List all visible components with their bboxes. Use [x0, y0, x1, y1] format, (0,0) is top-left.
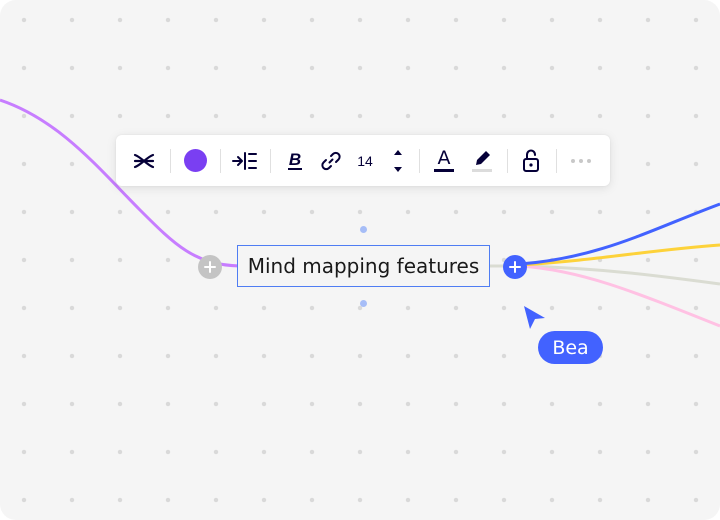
color-swatch-icon — [183, 149, 207, 172]
mind-map-toolbar: B 14 A — [116, 135, 610, 186]
font-size-value[interactable]: 14 — [354, 135, 376, 186]
font-size-stepper[interactable] — [388, 135, 408, 186]
highlight-color-bar — [472, 168, 492, 172]
lock-button[interactable] — [520, 135, 542, 186]
link-icon — [321, 151, 341, 170]
toolbar-divider — [419, 149, 420, 173]
highlight-button[interactable] — [470, 135, 494, 186]
toolbar-divider — [556, 149, 557, 173]
collaborator-name-tag: Bea — [538, 331, 603, 364]
node-text[interactable]: Mind mapping features — [248, 254, 480, 278]
unlock-icon — [523, 148, 539, 172]
toolbar-divider — [507, 149, 508, 173]
bold-icon: B — [287, 150, 303, 170]
layout-button[interactable] — [231, 135, 259, 186]
add-child-button[interactable] — [503, 255, 527, 279]
toolbar-divider — [220, 149, 221, 173]
toolbar-divider — [270, 149, 271, 173]
plus-icon — [509, 261, 521, 273]
mind-map-node[interactable]: Mind mapping features — [237, 245, 490, 287]
stepper-down-icon[interactable] — [392, 164, 404, 174]
link-button[interactable] — [319, 135, 343, 186]
resize-handle-bottom[interactable] — [360, 300, 367, 307]
more-icon — [571, 158, 591, 163]
highlighter-icon — [476, 150, 490, 165]
branch-style-icon — [133, 153, 155, 168]
bold-button[interactable]: B — [284, 135, 306, 186]
font-size-label: 14 — [357, 152, 373, 169]
more-button[interactable] — [568, 135, 594, 186]
plus-icon — [204, 261, 216, 273]
stepper-up-icon[interactable] — [392, 148, 404, 158]
text-color-icon: A — [437, 147, 451, 169]
resize-handle-top[interactable] — [360, 226, 367, 233]
toolbar-divider — [170, 149, 171, 173]
collaborator-name: Bea — [552, 336, 589, 359]
board-canvas[interactable]: B 14 A Mind mapping features Bea — [0, 0, 720, 520]
collaborator-cursor-icon — [524, 306, 545, 329]
child-branch-pink — [519, 264, 720, 328]
align-layout-icon — [232, 151, 257, 170]
text-color-button[interactable]: A — [432, 135, 456, 186]
color-picker-button[interactable] — [181, 135, 209, 186]
text-color-underline — [434, 169, 454, 172]
mind-map-style-button[interactable] — [132, 135, 156, 186]
add-parent-button[interactable] — [198, 255, 222, 279]
